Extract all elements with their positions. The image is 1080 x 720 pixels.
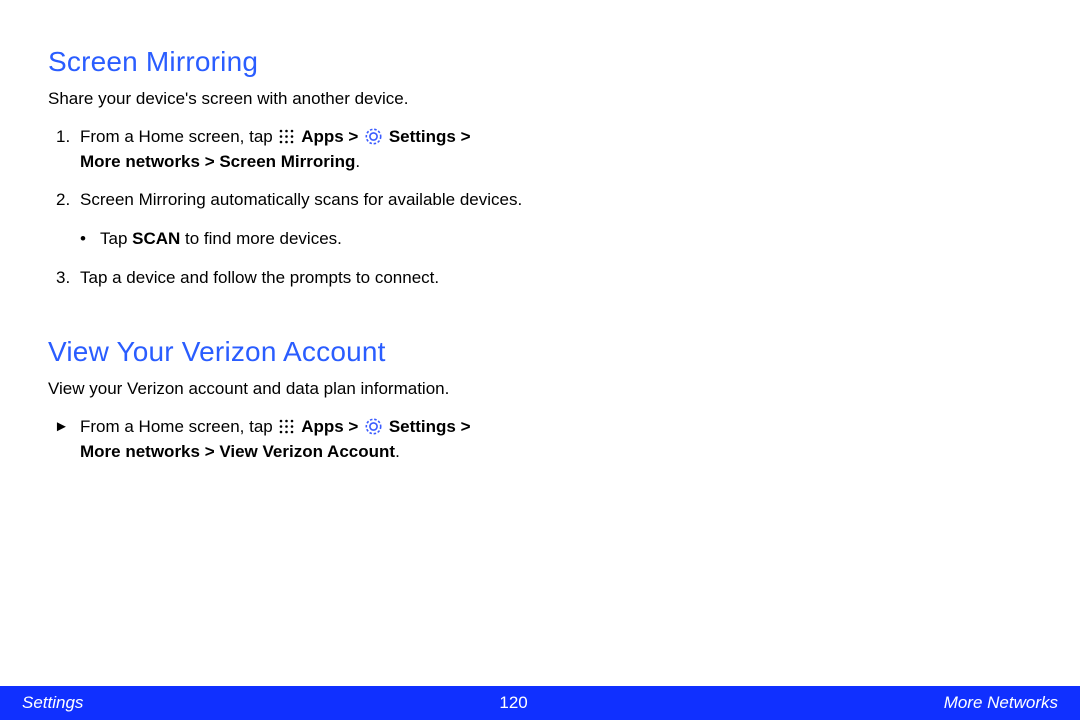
apps-grid-icon <box>279 129 294 144</box>
step-2: 2. Screen Mirroring automatically scans … <box>48 188 608 213</box>
period: . <box>395 442 400 461</box>
step-text: From a Home screen, tap <box>80 127 277 146</box>
bullet-pre: Tap <box>100 229 132 248</box>
bullet-post: to find more devices. <box>180 229 342 248</box>
settings-gear-icon <box>365 128 382 145</box>
bold-apps: Apps > <box>301 127 363 146</box>
intro-screen-mirroring: Share your device's screen with another … <box>48 88 608 111</box>
step-number: 2. <box>56 188 70 213</box>
settings-gear-icon <box>365 418 382 435</box>
bold-path: More networks > View Verizon Account <box>80 442 395 461</box>
heading-verizon-account: View Your Verizon Account <box>48 336 608 368</box>
arrow-icon: ► <box>54 416 69 438</box>
page-number: 120 <box>499 693 527 713</box>
step-text: From a Home screen, tap <box>80 417 277 436</box>
footer-right: More Networks <box>944 693 1058 713</box>
step-number: 3. <box>56 266 70 291</box>
apps-grid-icon <box>279 419 294 434</box>
period: . <box>355 152 360 171</box>
step-1: 1. From a Home screen, tap Apps > Settin… <box>48 125 608 174</box>
step-number: 1. <box>56 125 70 150</box>
steps-screen-mirroring: 1. From a Home screen, tap Apps > Settin… <box>48 125 608 213</box>
bullet-bold: SCAN <box>132 229 180 248</box>
bold-path: More networks > Screen Mirroring <box>80 152 355 171</box>
page-footer: Settings 120 More Networks <box>0 686 1080 720</box>
steps-screen-mirroring-cont: 3. Tap a device and follow the prompts t… <box>48 266 608 291</box>
heading-screen-mirroring: Screen Mirroring <box>48 46 608 78</box>
step-arrow: ► From a Home screen, tap Apps > Setting… <box>48 415 608 464</box>
bold-settings: Settings > <box>389 127 471 146</box>
bold-settings: Settings > <box>389 417 471 436</box>
step-text: Screen Mirroring automatically scans for… <box>80 190 522 209</box>
bold-apps: Apps > <box>301 417 363 436</box>
intro-verizon-account: View your Verizon account and data plan … <box>48 378 608 401</box>
step-2-bullet: Tap SCAN to find more devices. <box>48 227 608 252</box>
footer-left: Settings <box>22 693 83 713</box>
step-text: Tap a device and follow the prompts to c… <box>80 268 439 287</box>
step-3: 3. Tap a device and follow the prompts t… <box>48 266 608 291</box>
